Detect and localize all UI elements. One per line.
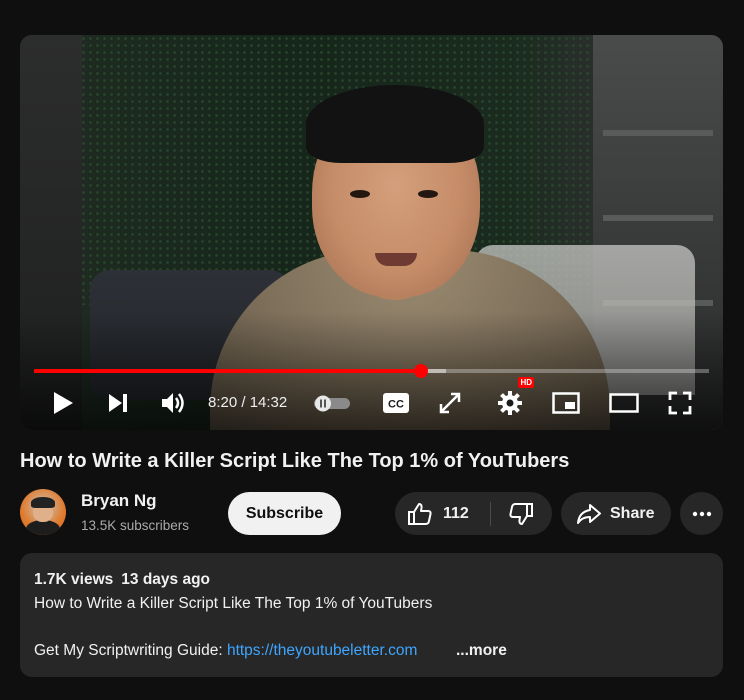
show-more-button[interactable]: ...more: [456, 642, 507, 660]
description-link[interactable]: https://theyoutubeletter.com: [227, 642, 417, 659]
thumbs-down-icon: [509, 502, 533, 525]
channel-name[interactable]: Bryan Ng: [81, 491, 157, 511]
mute-button[interactable]: [158, 385, 188, 421]
fullscreen-button[interactable]: [666, 385, 694, 421]
play-button[interactable]: [48, 385, 78, 421]
resize-button[interactable]: [436, 385, 464, 421]
miniplayer-button[interactable]: [551, 385, 581, 421]
gear-icon: [498, 391, 522, 415]
subscribe-button[interactable]: Subscribe: [228, 492, 341, 535]
like-dislike-group: 112: [395, 492, 552, 535]
fullscreen-icon: [668, 391, 692, 415]
share-button[interactable]: Share: [561, 492, 671, 535]
upload-date: 13 days ago: [121, 571, 211, 588]
more-dots-icon: [692, 511, 711, 516]
hd-badge: HD: [518, 377, 534, 388]
theater-mode-icon: [609, 393, 639, 413]
subscriber-count: 13.5K subscribers: [81, 518, 190, 533]
like-button[interactable]: 112: [395, 492, 490, 535]
progress-played: [34, 369, 422, 373]
miniplayer-icon: [552, 392, 580, 414]
avatar[interactable]: [20, 489, 66, 535]
thumbs-up-icon: [408, 502, 432, 525]
svg-text:CC: CC: [388, 399, 404, 411]
like-count: 112: [443, 504, 469, 522]
time-display: 8:20 / 14:32: [208, 394, 288, 411]
autoplay-toggle-icon: [314, 395, 350, 412]
dislike-button[interactable]: [491, 492, 551, 535]
view-count: 1.7K views: [34, 571, 114, 588]
expand-arrows-icon: [439, 392, 461, 414]
theater-mode-button[interactable]: [608, 385, 640, 421]
share-arrow-icon: [577, 503, 601, 524]
settings-button[interactable]: HD: [496, 377, 534, 421]
volume-icon: [162, 393, 184, 413]
more-actions-button[interactable]: [680, 492, 723, 535]
description-line: Get My Scriptwriting Guide: https://they…: [34, 642, 417, 660]
captions-button[interactable]: CC: [381, 385, 411, 421]
description-stats: 1.7K views 13 days ago: [34, 571, 210, 589]
description-text: Get My Scriptwriting Guide:: [34, 642, 227, 659]
video-player[interactable]: 8:20 / 14:32 CC HD: [20, 35, 723, 430]
next-icon: [109, 394, 127, 412]
autoplay-toggle[interactable]: [312, 385, 352, 421]
description-box[interactable]: 1.7K views 13 days ago How to Write a Kil…: [20, 553, 723, 677]
progress-bar[interactable]: [34, 364, 709, 378]
next-video-button[interactable]: [104, 385, 132, 421]
share-label: Share: [610, 504, 655, 522]
captions-icon: CC: [383, 393, 409, 413]
video-title: How to Write a Killer Script Like The To…: [20, 450, 570, 472]
player-controls: 8:20 / 14:32 CC HD: [20, 377, 723, 425]
play-icon: [54, 392, 73, 414]
description-line: How to Write a Killer Script Like The To…: [34, 595, 433, 612]
